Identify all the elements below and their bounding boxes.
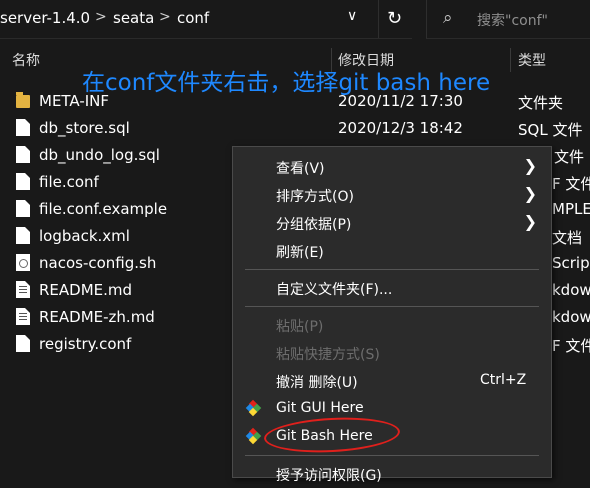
git-icon: [245, 427, 262, 445]
file-type: Scrip: [552, 254, 590, 272]
file-icon: [16, 146, 30, 163]
file-name: META-INF: [39, 92, 110, 110]
menu-item-undo-delete[interactable]: 撤消 删除(U) Ctrl+Z: [233, 367, 551, 395]
file-type: SQL 文件: [518, 121, 583, 139]
search-input[interactable]: ⌕ 搜索"conf": [426, 0, 590, 39]
file-name: README.md: [39, 281, 133, 299]
menu-item-paste[interactable]: 粘贴(P): [233, 311, 551, 339]
file-type: 文档: [552, 229, 583, 247]
file-type: F 文件: [552, 337, 590, 355]
file-name: db_store.sql: [39, 119, 130, 137]
file-icon: [16, 227, 30, 244]
file-name: nacos-config.sh: [39, 254, 157, 272]
menu-item-label: 粘贴(P): [276, 319, 324, 335]
file-type: 文件: [554, 148, 585, 166]
file-type: MPLE: [552, 200, 590, 218]
file-name: db_undo_log.sql: [39, 146, 160, 164]
menu-separator: [245, 269, 539, 270]
markdown-icon: [16, 281, 30, 298]
file-name: file.conf: [39, 173, 99, 191]
list-item[interactable]: META-INF 2020/11/2 17:30 文件夹: [0, 88, 590, 115]
menu-item-label: 分组依据(P): [276, 217, 352, 233]
column-header-type[interactable]: 类型: [518, 50, 546, 70]
file-icon: [16, 173, 30, 190]
menu-item-label: Git GUI Here: [276, 400, 364, 416]
menu-separator: [245, 306, 539, 307]
menu-item-label: 刷新(E): [276, 245, 324, 261]
breadcrumb-server[interactable]: server-1.4.0: [0, 9, 90, 27]
breadcrumb-seata[interactable]: seata: [113, 9, 154, 27]
menu-item-label: 撤消 删除(U): [276, 375, 358, 391]
column-divider[interactable]: [510, 48, 511, 72]
file-name: file.conf.example: [39, 200, 168, 218]
menu-item-sort[interactable]: 排序方式(O) ❯: [233, 181, 551, 209]
file-date: 2020/11/2 17:30: [338, 92, 463, 110]
menu-item-label: 排序方式(O): [276, 189, 354, 205]
menu-item-customize-folder[interactable]: 自定义文件夹(F)...: [233, 274, 551, 302]
address-bar[interactable]: server-1.4.0 > seata > conf ∨ ↻: [0, 0, 412, 39]
menu-separator: [245, 455, 539, 456]
menu-item-shortcut: Ctrl+Z: [480, 372, 527, 388]
menu-item-paste-shortcut[interactable]: 粘贴快捷方式(S): [233, 339, 551, 367]
refresh-button[interactable]: ↻: [378, 0, 413, 38]
refresh-icon: ↻: [387, 8, 403, 29]
script-icon: [16, 254, 30, 271]
breadcrumb-separator[interactable]: >: [95, 9, 107, 25]
menu-item-grant-access[interactable]: 授予访问权限(G): [233, 460, 551, 488]
menu-item-label: 粘贴快捷方式(S): [276, 347, 380, 363]
search-placeholder: 搜索"conf": [477, 13, 548, 29]
folder-icon: [16, 92, 30, 108]
menu-item-label: 授予访问权限(G): [276, 468, 382, 484]
address-history-dropdown-icon[interactable]: ∨: [347, 8, 357, 24]
git-icon: [245, 399, 262, 417]
file-type: 文件夹: [518, 94, 564, 112]
search-icon: ⌕: [443, 8, 453, 28]
file-name: README-zh.md: [39, 308, 155, 326]
breadcrumb-conf[interactable]: conf: [177, 9, 209, 27]
menu-item-refresh[interactable]: 刷新(E): [233, 237, 551, 265]
column-header-name[interactable]: 名称: [12, 50, 40, 70]
file-icon: [16, 335, 30, 352]
chevron-right-icon: ❯: [523, 156, 537, 175]
menu-item-label: 自定义文件夹(F)...: [276, 282, 393, 298]
file-icon: [16, 119, 30, 136]
menu-item-view[interactable]: 查看(V) ❯: [233, 153, 551, 181]
file-icon: [16, 200, 30, 217]
file-name: registry.conf: [39, 335, 132, 353]
menu-item-git-gui[interactable]: Git GUI Here: [233, 395, 551, 423]
file-date: 2020/12/3 18:42: [338, 119, 463, 137]
file-type: kdowr: [552, 308, 590, 326]
file-type: F 文件: [552, 175, 590, 193]
chevron-right-icon: ❯: [523, 212, 537, 231]
file-name: logback.xml: [39, 227, 130, 245]
markdown-icon: [16, 308, 30, 325]
list-item[interactable]: db_store.sql 2020/12/3 18:42 SQL 文件: [0, 115, 590, 142]
breadcrumb-separator[interactable]: >: [159, 9, 171, 25]
file-type: kdowr: [552, 281, 590, 299]
menu-item-group[interactable]: 分组依据(P) ❯: [233, 209, 551, 237]
chevron-right-icon: ❯: [523, 184, 537, 203]
menu-item-label: 查看(V): [276, 161, 325, 177]
